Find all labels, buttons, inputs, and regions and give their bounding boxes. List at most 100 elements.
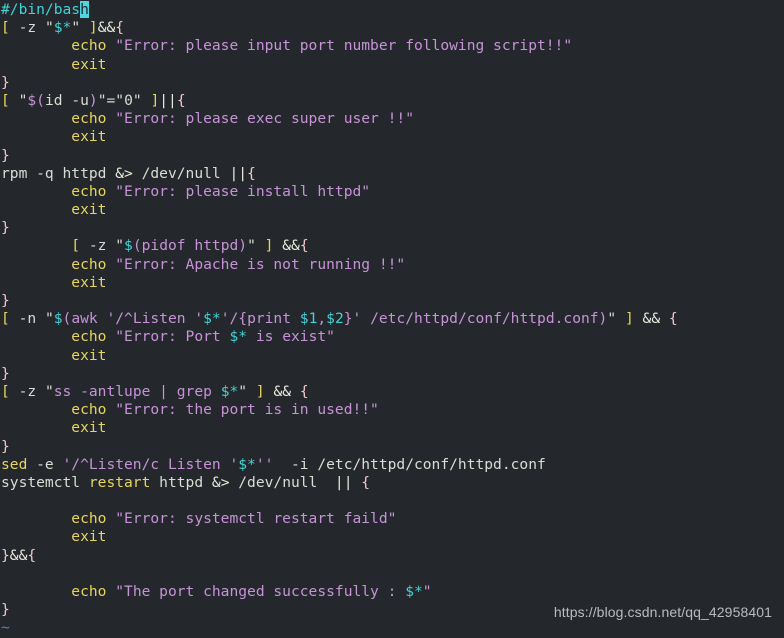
code-token-keyword: exit (71, 346, 107, 364)
code-token-var: $* (53, 19, 72, 37)
code-line[interactable]: [ -z "$*" ]&&{ (1, 19, 784, 37)
code-token-plain: -n (9, 310, 45, 328)
code-line[interactable]: } (1, 147, 784, 165)
code-token-comment: #/bin/bas (1, 1, 81, 18)
code-token-string: (pidof httpd) (132, 237, 248, 255)
code-line[interactable]: exit (1, 128, 784, 146)
code-token-quote: " (247, 237, 256, 255)
code-token-keyword: echo (71, 583, 107, 600)
code-line[interactable]: sed -e '/^Listen/c Listen '$*'' -i /etc/… (1, 456, 784, 474)
code-token-plain: = (106, 91, 116, 109)
code-token-string: " (422, 583, 432, 600)
code-token-var: $* (238, 455, 256, 473)
code-token-string: "Error: Apache is not running !!" (115, 255, 406, 273)
code-line[interactable]: #/bin/bash (1, 1, 784, 19)
code-token-keyword: exit (71, 419, 107, 437)
code-line[interactable] (1, 565, 784, 583)
watermark-url: https://blog.csdn.net/qq_42958401 (553, 604, 772, 620)
code-token-string: , (317, 310, 327, 328)
code-line[interactable]: exit (1, 528, 784, 546)
code-line[interactable]: echo "Error: please install httpd" (1, 183, 784, 201)
editor-screen: #/bin/bash[ -z "$*" ]&&{ echo "Error: pl… (0, 0, 784, 636)
code-editor-buffer[interactable]: #/bin/bash[ -z "$*" ]&&{ echo "Error: pl… (0, 0, 784, 638)
code-line[interactable]: echo "The port changed successfully : $*… (1, 583, 784, 601)
code-token-bracket: ] (150, 91, 160, 109)
code-line[interactable]: exit (1, 274, 784, 292)
code-token-op: && (97, 19, 116, 37)
code-line[interactable]: } (1, 74, 784, 92)
code-token-bracket: [ (71, 237, 81, 255)
code-token-varm: $( (27, 91, 45, 109)
code-line[interactable]: } (1, 365, 784, 383)
code-token-string: is exist" (247, 328, 335, 346)
code-token-bracket: [ (1, 310, 10, 328)
code-line[interactable]: echo "Error: systemctl restart faild" (1, 510, 784, 528)
code-line[interactable]: exit (1, 419, 784, 437)
code-token-var: $* (229, 328, 248, 346)
code-line[interactable]: exit (1, 56, 784, 74)
code-token-string: "Error: the port is in used!!" (115, 401, 379, 419)
code-line[interactable]: echo "Error: please input port number fo… (1, 37, 784, 55)
code-line[interactable]: rpm -q httpd &> /dev/null ||{ (1, 165, 784, 183)
text-cursor[interactable]: h (80, 1, 89, 18)
code-line[interactable]: }&&{ (1, 547, 784, 565)
code-token-plain: -z (9, 19, 45, 37)
code-line[interactable]: [ -z "ss -antlupe | grep $*" ] && { (1, 383, 784, 401)
code-token-quote: " (71, 19, 81, 37)
code-line[interactable]: echo "Error: please exec super user !!" (1, 110, 784, 128)
code-token-brace: } (1, 219, 10, 237)
code-token-brace: } (1, 437, 10, 455)
code-token-op: &> (115, 164, 133, 182)
code-token-brace: { (299, 237, 309, 255)
code-token-string: "Error: please exec super user !!" (115, 110, 414, 128)
code-token-plain: -e (27, 455, 63, 473)
code-token-var: $ (124, 237, 133, 255)
code-line[interactable] (1, 492, 784, 510)
code-line[interactable]: ~ (1, 619, 784, 637)
code-token-quote: " (115, 237, 125, 255)
code-line[interactable]: } (1, 438, 784, 456)
code-line[interactable]: echo "Error: Port $* is exist" (1, 328, 784, 346)
code-line[interactable]: [ -n "$(awk '/^Listen '$*'/{print $1,$2}… (1, 310, 784, 328)
code-token-bracket: ] (624, 310, 634, 328)
code-token-brace: } (1, 146, 10, 164)
code-line[interactable]: } (1, 219, 784, 237)
code-token-quote: " (238, 382, 248, 400)
code-token-plain: systemctl (1, 473, 89, 491)
code-token-bracket: ] (88, 19, 98, 37)
code-token-string: "The port changed successfully : (115, 583, 406, 600)
code-token-var: $ (53, 310, 63, 328)
code-token-op: &> (211, 473, 230, 491)
code-token-keyword: exit (71, 201, 107, 219)
code-line[interactable]: echo "Error: Apache is not running !!" (1, 256, 784, 274)
code-token-keyword: sed (1, 455, 28, 473)
code-line[interactable]: [ "$(id -u)"="0" ]||{ (1, 92, 784, 110)
code-line[interactable]: } (1, 292, 784, 310)
code-line[interactable]: [ -z "$(pidof httpd)" ] &&{ (1, 237, 784, 255)
code-token-keyword: echo (71, 255, 107, 273)
code-token-bracket: [ (1, 91, 10, 109)
code-line[interactable]: echo "Error: the port is in used!!" (1, 401, 784, 419)
code-line[interactable]: exit (1, 201, 784, 219)
code-line[interactable]: exit (1, 347, 784, 365)
code-line[interactable]: systemctl restart httpd &> /dev/null || … (1, 474, 784, 492)
code-token-quote: " (44, 310, 54, 328)
code-token-keyword: echo (71, 328, 107, 346)
code-token-keyword: echo (71, 510, 107, 528)
code-token-plain: /dev/null (132, 164, 230, 182)
code-token-string: }' /etc/httpd/conf/httpd.conf) (343, 310, 608, 328)
